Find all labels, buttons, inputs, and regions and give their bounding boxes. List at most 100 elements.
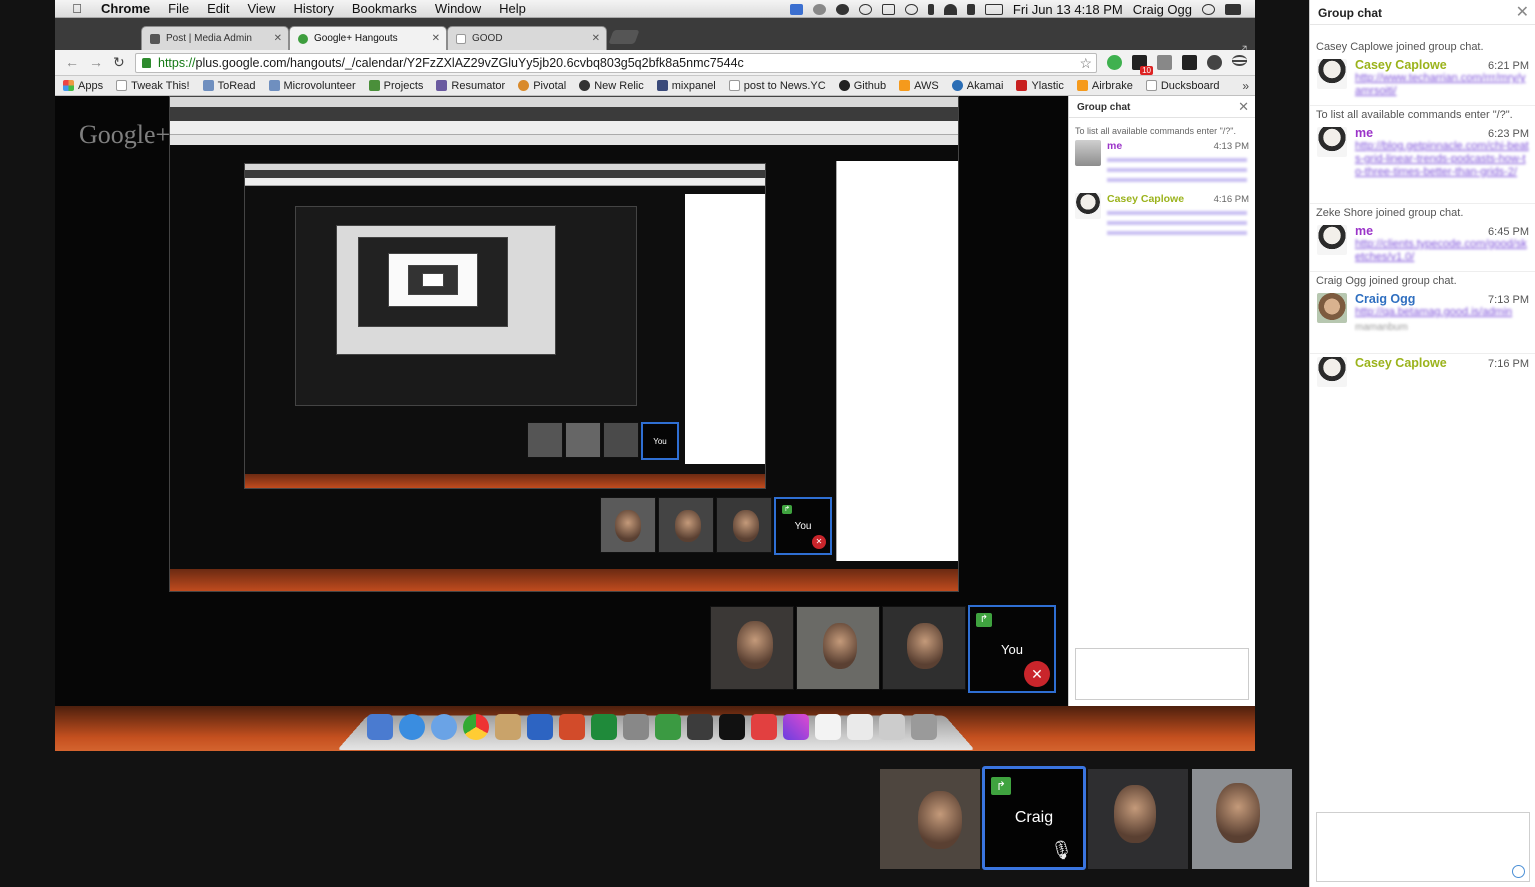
extension-icon[interactable] [1157,55,1172,70]
reload-icon[interactable]: ↻ [113,54,125,71]
extension-icon[interactable] [1207,55,1222,70]
bookmark-github[interactable]: Github [838,80,886,92]
github-icon [838,80,850,91]
page-icon [728,80,740,91]
bookmark-resumator[interactable]: Resumator [436,80,505,92]
menu-history[interactable]: History [284,1,342,16]
menu-app[interactable]: Chrome [99,1,159,16]
chat-notice: Casey Caplowe joined group chat. [1316,41,1484,53]
participant-thumb-1[interactable] [880,769,980,869]
bookmark-toread[interactable]: ToRead [202,80,256,92]
menu-window[interactable]: Window [426,1,490,16]
chat-message: Casey Caplowe 6:21 PM http://www.techarr… [1310,56,1535,106]
share-screen-icon: ↱ [991,777,1011,795]
hangouts-extension-icon[interactable] [1107,55,1122,70]
participant-thumb-3[interactable] [1088,769,1188,869]
tab-media-admin[interactable]: Post | Media Admin ✕ [141,26,289,50]
nested-chat-2 [836,161,958,561]
google-plus-logo: Google+ [79,120,171,149]
apple-icon[interactable]:  [55,1,99,16]
bookmark-akamai[interactable]: Akamai [951,80,1003,92]
message-link[interactable]: http://qa.betamag.good.is/admin [1355,306,1530,322]
menu-bookmarks[interactable]: Bookmarks [343,1,426,16]
apps-icon [63,80,74,91]
bell-icon[interactable] [812,3,826,15]
document-icon [847,714,873,740]
menu-help[interactable]: Help [490,1,535,16]
message-link[interactable]: http://blog.getpinnacle.com/chi-beats-gr… [1355,140,1530,182]
address-bar[interactable]: https://plus.google.com/hangouts/_/calen… [135,53,1097,73]
menubar-user[interactable]: Craig Ogg [1133,2,1192,17]
tab-title: Post | Media Admin [166,33,252,44]
drop-icon[interactable] [835,3,849,15]
menu-view[interactable]: View [238,1,284,16]
shared-chat-header: Group chat ✕ [1069,96,1255,118]
extension-badge-icon[interactable]: 10 [1132,55,1153,75]
bookmark-airbrake[interactable]: Airbrake [1076,80,1133,92]
spotlight-icon[interactable] [1202,3,1215,15]
volume-icon[interactable] [966,3,975,15]
chrome-menu-icon[interactable] [1232,55,1247,66]
tab-close-icon[interactable]: ✕ [432,27,440,50]
finder-icon [367,714,393,740]
back-icon[interactable]: ← [65,54,79,70]
safari-icon [431,714,457,740]
bookmark-ducksboard[interactable]: Ducksboard [1145,80,1220,92]
message-link[interactable]: http://www.techarrian.com/rrr/mry/yamrso… [1355,72,1530,101]
tab-google-hangouts[interactable]: Google+ Hangouts ✕ [289,26,447,50]
sync-icon[interactable] [858,3,872,15]
bluetooth-icon[interactable] [927,3,934,15]
bookmark-label: Apps [78,79,104,92]
chat-message: Casey Caplowe 7:16 PM [1310,354,1535,390]
bookmark-pivotal[interactable]: Pivotal [518,80,566,92]
tab-good[interactable]: GOOD ✕ [447,26,607,50]
participant-thumb-craig[interactable]: ↱ Craig 🎙︎ [982,766,1086,870]
bookmark-ylastic[interactable]: Ylastic [1016,80,1064,92]
message-link[interactable]: http://clients.typecode.com/good/sketche… [1355,238,1530,267]
contacts-icon [495,714,521,740]
tab-close-icon[interactable]: ✕ [592,27,600,50]
message-time: 7:13 PM [1488,294,1529,306]
bookmark-projects[interactable]: Projects [368,80,423,92]
nested-menubar [170,97,958,107]
wifi-icon[interactable] [943,3,957,15]
nested-tabstrip [245,170,765,178]
dropbox-icon[interactable] [789,3,803,15]
bookmarks-overflow-button[interactable]: » [1242,79,1249,93]
bookmark-star-icon[interactable]: ☆ [1079,54,1092,72]
emoji-icon[interactable] [1512,865,1525,878]
notification-center-icon[interactable] [1225,3,1241,15]
new-tab-button[interactable] [608,30,640,44]
bookmark-post-to-news[interactable]: post to News.YC [728,79,826,92]
menubar-clock[interactable]: Fri Jun 13 4:18 PM [1013,2,1123,17]
message-time: 6:21 PM [1488,60,1529,72]
battery-icon[interactable] [984,3,1003,15]
tab-close-icon[interactable]: ✕ [274,27,282,50]
you-label: You [794,520,812,532]
mic-muted-icon: ✕ [812,535,826,549]
chat-notice: Zeke Shore joined group chat. [1316,207,1464,219]
bookmark-label: post to News.YC [743,79,826,92]
display-icon[interactable] [881,3,895,15]
message-time: 4:13 PM [1213,141,1249,152]
participant-thumb-4[interactable] [1192,769,1292,869]
bookmark-label: Resumator [451,79,506,92]
url-scheme: https:// [158,56,196,70]
bookmark-mixpanel[interactable]: mixpanel [656,80,716,92]
extension-icon[interactable] [1182,55,1197,70]
time-machine-icon[interactable] [904,3,918,15]
feedback-screen-8 [422,273,444,287]
bookmark-apps[interactable]: Apps [63,80,103,92]
bookmark-tweak-this[interactable]: Tweak This! [116,80,190,92]
bookmark-aws[interactable]: AWS [899,80,939,92]
chat-input[interactable] [1316,812,1530,882]
menu-edit[interactable]: Edit [198,1,238,16]
page-favicon-icon [456,34,466,44]
forward-icon[interactable]: → [89,54,103,70]
close-icon[interactable]: ✕ [1516,2,1529,22]
screen-thumb-1 [710,606,794,690]
bookmark-microvolunteer[interactable]: Microvolunteer [268,80,356,92]
group-chat-panel: Group chat ✕ Casey Caplowe joined group … [1309,0,1535,887]
menu-file[interactable]: File [159,1,198,16]
bookmark-new-relic[interactable]: New Relic [579,80,644,92]
